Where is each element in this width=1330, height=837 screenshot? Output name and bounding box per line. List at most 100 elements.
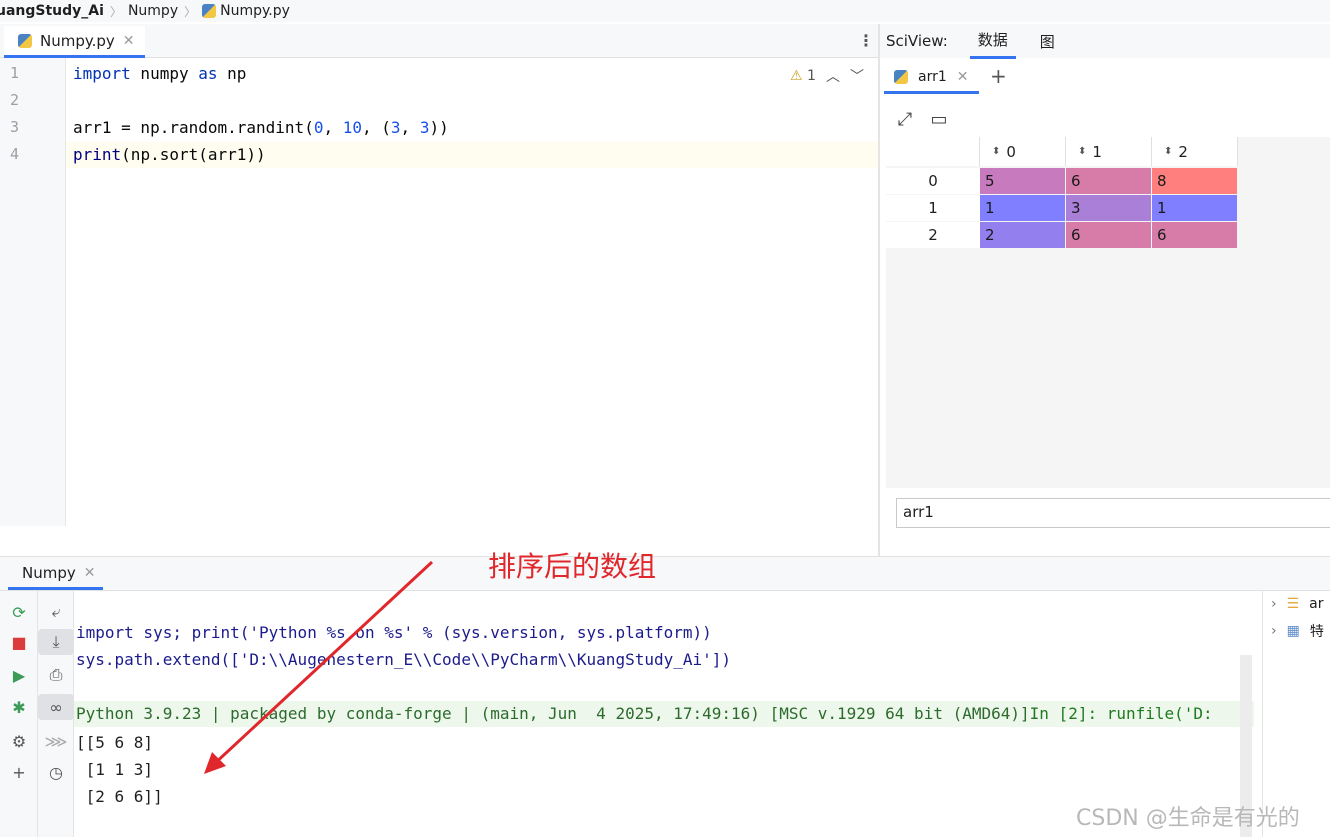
breadcrumb-project[interactable]: uangStudy_Ai bbox=[0, 3, 104, 19]
code-editor[interactable]: import numpy as np arr1 = np.random.rand… bbox=[66, 58, 878, 526]
python-file-icon bbox=[18, 33, 32, 48]
row-header[interactable]: 2 bbox=[886, 222, 980, 248]
annotation-label: 排序后的数组 bbox=[488, 550, 657, 583]
scroll-to-end-icon[interactable]: ⤓ bbox=[38, 629, 74, 655]
column-header-label: 1 bbox=[1092, 142, 1102, 161]
run-toolbar: ⟳ ■ ▶ ✱ ⚙ + bbox=[0, 591, 38, 837]
code-text: , ( bbox=[362, 118, 391, 137]
warning-indicator[interactable]: ⚠ 1 bbox=[790, 68, 816, 84]
column-header[interactable]: ⬍ 2 bbox=[1152, 137, 1238, 166]
table-cell[interactable]: 8 bbox=[1152, 168, 1237, 194]
number-literal: 3 bbox=[390, 118, 401, 137]
line-number: 2 bbox=[10, 91, 20, 109]
line-number: 3 bbox=[10, 118, 20, 136]
breadcrumb-separator: 〉 bbox=[184, 4, 197, 19]
sort-icon: ⬍ bbox=[992, 146, 1001, 157]
keyword-import: import bbox=[73, 64, 131, 83]
code-text: , bbox=[323, 118, 343, 137]
warning-icon: ⚠ bbox=[790, 68, 803, 84]
variable-tab-arr1[interactable]: arr1 ✕ bbox=[884, 62, 979, 94]
table-cell[interactable]: 5 bbox=[980, 168, 1065, 194]
soft-wrap-icon[interactable]: ⤶ bbox=[38, 599, 74, 625]
sort-icon: ⬍ bbox=[1164, 146, 1173, 157]
inspection-widget[interactable]: ⚠ 1 ︿ ﹀ bbox=[790, 66, 864, 86]
print-icon[interactable]: ⎙ bbox=[38, 662, 74, 688]
tab-plots[interactable]: 图 bbox=[1032, 25, 1063, 58]
variable-item[interactable]: › ▦ 特 bbox=[1271, 621, 1324, 641]
variable-expression-input[interactable]: arr1 bbox=[896, 498, 1330, 528]
close-icon[interactable]: ✕ bbox=[84, 565, 96, 581]
settings-icon[interactable]: ⚙ bbox=[0, 728, 38, 754]
python-version-text: Python 3.9.23 | packaged by conda-forge … bbox=[76, 704, 1030, 723]
number-literal: 3 bbox=[419, 118, 430, 137]
row-header[interactable]: 0 bbox=[886, 168, 980, 194]
line-number: 4 bbox=[10, 145, 20, 163]
keyword-as: as bbox=[198, 64, 218, 83]
row-header[interactable]: 1 bbox=[886, 195, 980, 221]
column-header-label: 0 bbox=[1006, 142, 1016, 161]
sciview-label: SciView: bbox=[886, 32, 948, 50]
run-tab-numpy[interactable]: Numpy ✕ bbox=[8, 558, 104, 590]
table-cell[interactable]: 2 bbox=[980, 222, 1065, 248]
line-number-gutter: 1 2 3 4 bbox=[0, 58, 66, 526]
console-prompt: In [2]: runfile('D: bbox=[1029, 704, 1213, 723]
console-line: [1 1 3] bbox=[76, 760, 154, 779]
code-text: (np.sort(arr1)) bbox=[121, 145, 266, 164]
special-vars-icon: ▦ bbox=[1286, 623, 1300, 639]
code-text: )) bbox=[429, 118, 449, 137]
console-line: [[5 6 8] bbox=[76, 733, 154, 752]
column-header[interactable]: ⬍ 1 bbox=[1066, 137, 1152, 166]
warning-count: 1 bbox=[807, 68, 816, 84]
editor-tab-numpy[interactable]: Numpy.py ✕ bbox=[4, 26, 145, 58]
line-number: 1 bbox=[10, 64, 20, 82]
rerun-icon[interactable]: ⟳ bbox=[0, 599, 38, 625]
variable-item[interactable]: › ☰ ar bbox=[1271, 596, 1324, 612]
add-icon[interactable]: + bbox=[0, 759, 38, 785]
code-text: numpy bbox=[130, 64, 199, 83]
table-cell[interactable]: 1 bbox=[980, 195, 1065, 221]
panel-divider[interactable] bbox=[878, 24, 880, 556]
code-text: np bbox=[217, 64, 247, 83]
breadcrumb-file[interactable]: Numpy.py bbox=[220, 3, 290, 19]
chevron-down-icon[interactable]: ﹀ bbox=[850, 66, 864, 86]
close-icon[interactable]: ✕ bbox=[957, 69, 969, 85]
chevron-right-icon[interactable]: › bbox=[1271, 623, 1277, 639]
more-options-icon[interactable]: ⋮ bbox=[858, 32, 874, 52]
variable-name: ar bbox=[1309, 596, 1324, 612]
table-cell[interactable]: 1 bbox=[1152, 195, 1237, 221]
history-icon[interactable]: ◷ bbox=[38, 759, 74, 785]
code-text: , bbox=[400, 118, 420, 137]
console-line: Python 3.9.23 | packaged by conda-forge … bbox=[76, 704, 1213, 723]
array-icon: ☰ bbox=[1286, 596, 1300, 612]
number-literal: 10 bbox=[342, 118, 362, 137]
window-icon[interactable]: ▭ bbox=[928, 108, 950, 130]
stop-icon[interactable]: ■ bbox=[0, 629, 38, 655]
editor-tab-label: Numpy.py bbox=[40, 31, 115, 50]
breadcrumb-separator: 〉 bbox=[109, 4, 122, 19]
python-file-icon bbox=[202, 4, 217, 18]
execute-icon[interactable]: ⋙ bbox=[38, 728, 74, 754]
close-icon[interactable]: ✕ bbox=[123, 33, 135, 49]
code-line-4[interactable]: print(np.sort(arr1)) bbox=[73, 145, 266, 164]
variable-name: 特 bbox=[1309, 624, 1324, 640]
add-icon[interactable]: + bbox=[990, 64, 1007, 88]
breadcrumb-folder[interactable]: Numpy bbox=[128, 3, 178, 19]
console-line: import sys; print('Python %s on %s' % (s… bbox=[76, 623, 712, 642]
breadcrumb: uangStudy_Ai 〉 Numpy 〉 Numpy.py bbox=[0, 0, 1330, 22]
table-cell[interactable]: 6 bbox=[1066, 168, 1151, 194]
table-cell[interactable]: 3 bbox=[1066, 195, 1151, 221]
tab-data[interactable]: 数据 bbox=[969, 23, 1016, 59]
run-icon[interactable]: ▶ bbox=[0, 662, 38, 688]
table-cell[interactable]: 6 bbox=[1066, 222, 1151, 248]
show-variables-icon[interactable]: ∞ bbox=[38, 694, 74, 720]
debug-icon[interactable]: ✱ bbox=[0, 694, 38, 720]
code-line-3[interactable]: arr1 = np.random.randint(0, 10, (3, 3)) bbox=[73, 118, 449, 137]
chevron-up-icon[interactable]: ︿ bbox=[826, 66, 840, 86]
column-header[interactable]: ⬍ 0 bbox=[980, 137, 1066, 166]
chevron-right-icon[interactable]: › bbox=[1271, 596, 1277, 612]
python-icon bbox=[894, 69, 908, 84]
code-text: arr1 = np.random.randint( bbox=[73, 118, 314, 137]
code-line-1[interactable]: import numpy as np bbox=[73, 64, 246, 83]
table-cell[interactable]: 6 bbox=[1152, 222, 1237, 248]
open-in-editor-icon[interactable]: ⤢ bbox=[894, 108, 916, 130]
